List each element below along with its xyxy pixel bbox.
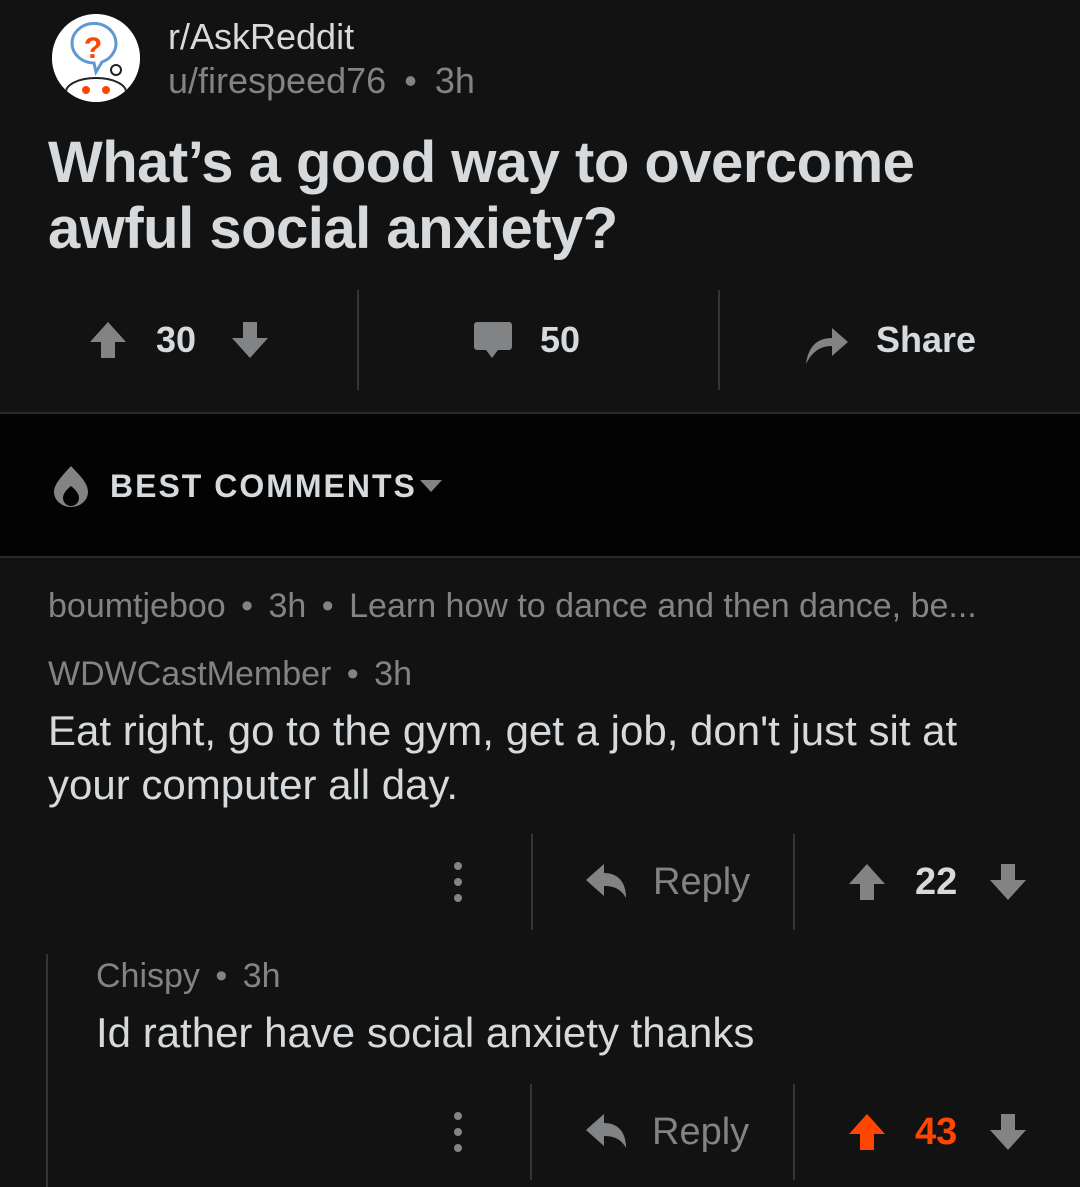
separator: •: [241, 587, 254, 625]
divider: [531, 834, 533, 930]
reply-button[interactable]: Reply: [652, 1110, 749, 1154]
thread-line[interactable]: [46, 954, 48, 1187]
comment-score: 22: [915, 861, 958, 903]
comment-body: Eat right, go to the gym, get a job, don…: [48, 707, 958, 808]
separator: •: [346, 655, 359, 693]
comment-author[interactable]: Chispy: [96, 957, 200, 995]
svg-text:?: ?: [84, 32, 102, 65]
separator-line: [0, 556, 1080, 558]
divider: [718, 290, 720, 390]
comment-header: Chispy • 3h: [96, 954, 281, 998]
comment-body: Id rather have social anxiety thanks: [96, 1009, 755, 1056]
post-action-bar: 30 50 Share: [0, 290, 1080, 390]
downvote-arrow-icon[interactable]: [230, 320, 270, 360]
comment-score: 43: [915, 1111, 958, 1153]
separator: •: [215, 957, 228, 995]
divider: [357, 290, 359, 390]
more-options-icon[interactable]: [448, 1110, 468, 1154]
divider: [530, 1084, 532, 1180]
separator: •: [321, 587, 334, 625]
upvote-arrow-icon[interactable]: [88, 320, 128, 360]
divider: [793, 1084, 795, 1180]
comment-count[interactable]: 50: [540, 320, 580, 360]
post-score: 30: [156, 319, 197, 360]
comment-header: WDWCastMember • 3h: [48, 652, 412, 696]
askreddit-logo-icon: ?: [52, 14, 140, 102]
comment-preview: Learn how to dance and then dance, be...: [349, 587, 977, 625]
subreddit-name[interactable]: r/AskReddit: [168, 14, 354, 60]
reply-arrow-icon[interactable]: [584, 1112, 628, 1152]
comment-time: 3h: [268, 587, 307, 625]
post-author[interactable]: u/firespeed76: [168, 60, 386, 101]
comment-time: 3h: [242, 957, 281, 995]
post-time: 3h: [434, 60, 475, 101]
comment-author[interactable]: WDWCastMember: [48, 655, 331, 693]
post-meta: u/firespeed76 • 3h: [168, 58, 475, 104]
chevron-down-icon[interactable]: [418, 478, 444, 494]
reply-button[interactable]: Reply: [653, 860, 750, 904]
reply-arrow-icon[interactable]: [584, 862, 628, 902]
share-arrow-icon[interactable]: [802, 320, 850, 366]
upvote-arrow-icon[interactable]: [847, 1112, 887, 1152]
share-button[interactable]: Share: [876, 320, 976, 360]
comment-author[interactable]: boumtjeboo: [48, 587, 226, 625]
collapsed-comment[interactable]: boumtjeboo • 3h • Learn how to dance and…: [48, 584, 1048, 628]
divider: [793, 834, 795, 930]
comment-bubble-icon[interactable]: [472, 320, 514, 362]
separator: •: [404, 60, 417, 101]
comment-time: 3h: [374, 655, 412, 693]
downvote-arrow-icon[interactable]: [988, 1112, 1028, 1152]
downvote-arrow-icon[interactable]: [988, 862, 1028, 902]
flame-icon: [54, 466, 88, 507]
post-title: What’s a good way to overcome awful soci…: [48, 130, 915, 261]
sort-label[interactable]: BEST COMMENTS: [110, 466, 417, 506]
subreddit-avatar[interactable]: ?: [52, 14, 140, 102]
upvote-arrow-icon[interactable]: [847, 862, 887, 902]
more-options-icon[interactable]: [448, 860, 468, 904]
